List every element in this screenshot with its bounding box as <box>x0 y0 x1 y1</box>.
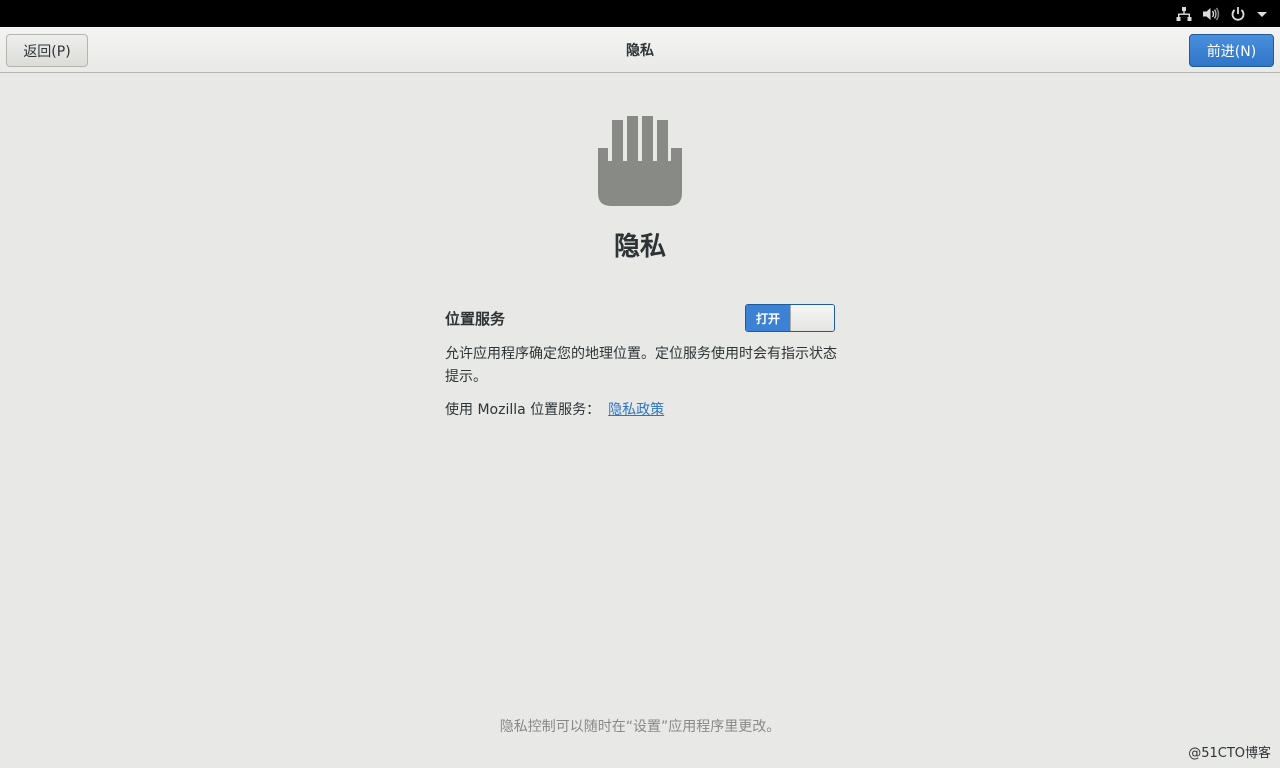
watermark: @51CTO博客 <box>1188 746 1271 761</box>
system-status-area[interactable] <box>1176 0 1268 27</box>
header-bar: 隐私 返回(P) 前进(N) <box>0 27 1280 73</box>
dropdown-arrow-icon[interactable] <box>1256 0 1268 27</box>
privacy-hand-icon <box>597 115 683 207</box>
location-services-toggle[interactable]: 打开 <box>745 304 835 332</box>
toggle-state-label: 打开 <box>746 305 790 331</box>
location-services-description: 允许应用程序确定您的地理位置。定位服务使用时会有指示状态提示。 <box>445 346 837 385</box>
page-heading: 隐私 <box>613 232 666 262</box>
privacy-policy-link[interactable]: 隐私政策 <box>608 402 664 418</box>
network-icon[interactable] <box>1176 0 1192 27</box>
volume-icon[interactable] <box>1202 0 1220 27</box>
header-title: 隐私 <box>626 43 654 59</box>
footer-note: 隐私控制可以随时在“设置”应用程序里更改。 <box>499 719 781 735</box>
power-icon[interactable] <box>1230 0 1246 27</box>
next-button[interactable]: 前进(N) <box>1189 34 1274 67</box>
location-services-label: 位置服务 <box>445 310 506 328</box>
toggle-knob[interactable] <box>790 305 834 331</box>
mozilla-service-line: 使用 Mozilla 位置服务： 隐私政策 <box>445 399 664 422</box>
system-top-bar <box>0 0 1280 27</box>
back-button[interactable]: 返回(P) <box>6 34 88 67</box>
mozilla-service-text: 使用 Mozilla 位置服务： <box>445 402 601 418</box>
